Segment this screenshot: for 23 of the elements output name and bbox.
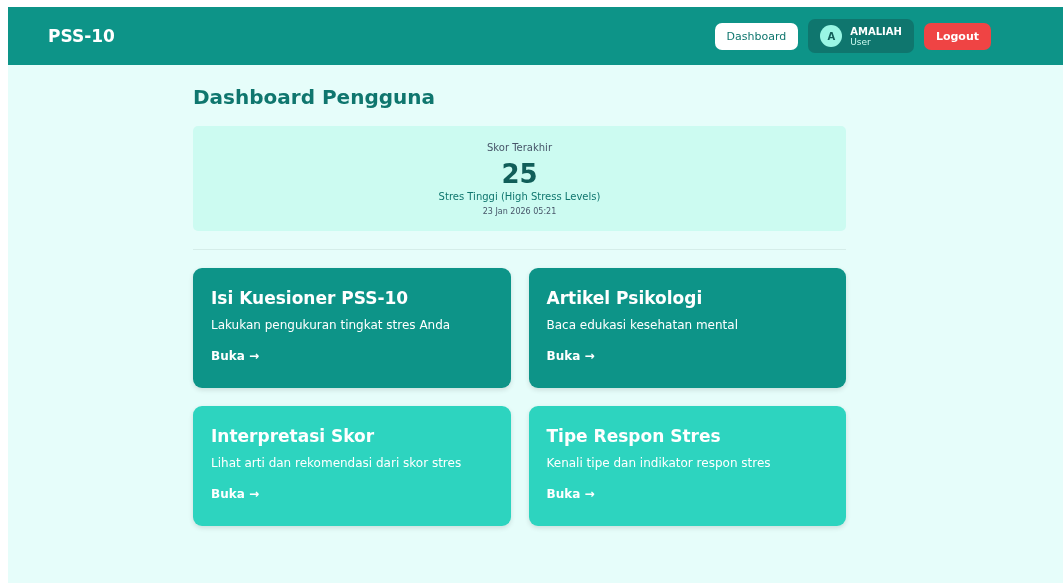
user-avatar: A [820, 25, 843, 47]
card-title: Artikel Psikologi [546, 288, 704, 308]
card-description: Lakukan pengukuran tingkat stres Anda [211, 318, 452, 332]
menu-card[interactable]: Artikel Psikologi Baca edukasi kesehatan mental Buka → [528, 268, 846, 388]
score-date: 23 Jan 2026 05:21 [482, 207, 557, 216]
menu-card[interactable]: Isi Kuesioner PSS-10 Lakukan pengukuran tingkat stres Anda Buka → [193, 268, 511, 388]
card-title: Isi Kuesioner PSS-10 [211, 288, 410, 308]
score-category: Stres Tinggi (High Stress Levels) [438, 191, 601, 202]
score-label: Skor Terakhir [487, 142, 552, 153]
brand-title: PSS-10 [48, 26, 115, 46]
page-title: Dashboard Pengguna [193, 85, 436, 109]
user-role: User [850, 36, 872, 47]
score-value: 25 [501, 159, 538, 189]
open-link[interactable]: Buka → [546, 349, 595, 363]
card-title: Interpretasi Skor [211, 426, 376, 446]
card-title: Tipe Respon Stres [546, 426, 722, 446]
user-name: AMALIAH [850, 25, 902, 37]
card-description: Kenali tipe dan indikator respon stres [546, 456, 772, 470]
logout-button[interactable]: Logout [923, 22, 991, 50]
dashboard-button[interactable]: Dashboard [714, 22, 799, 50]
card-description: Baca edukasi kesehatan mental [546, 318, 739, 332]
open-link[interactable]: Buka → [211, 349, 259, 363]
card-description: Lihat arti dan rekomendasi dari skor stres [211, 456, 463, 470]
